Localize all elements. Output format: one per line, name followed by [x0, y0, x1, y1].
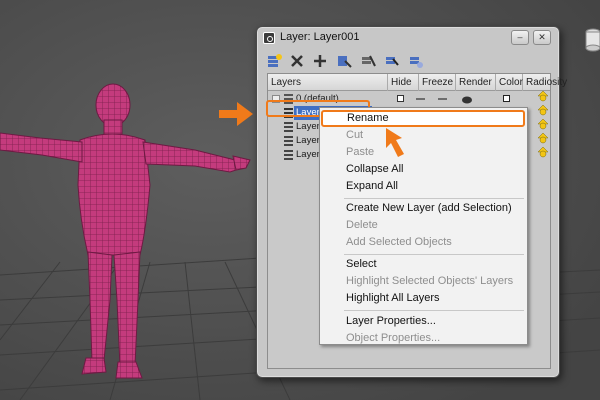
- menu-separator: [344, 254, 524, 255]
- layer-toolbar: [265, 52, 553, 72]
- close-button[interactable]: ✕: [533, 30, 551, 45]
- menu-item-collapse-all[interactable]: Collapse All: [320, 161, 527, 178]
- menu-item-expand-all[interactable]: Expand All: [320, 178, 527, 195]
- hide-all-icon[interactable]: [383, 52, 401, 70]
- render-teapot-icon[interactable]: [461, 95, 473, 104]
- column-radiosity[interactable]: Radiosity: [523, 74, 569, 91]
- menu-item-rename[interactable]: Rename: [321, 110, 525, 127]
- radiosity-bulb-icons[interactable]: [536, 90, 550, 166]
- column-layers[interactable]: Layers: [268, 74, 388, 91]
- hide-toggle[interactable]: [397, 95, 404, 102]
- menu-item-select[interactable]: Select: [320, 256, 527, 273]
- select-objects-icon[interactable]: [335, 52, 353, 70]
- layer-icon: [284, 150, 293, 160]
- column-render[interactable]: Render: [456, 74, 496, 91]
- menu-item-create-new-layer[interactable]: Create New Layer (add Selection): [320, 200, 527, 217]
- add-to-layer-icon[interactable]: [311, 52, 329, 70]
- color-swatch[interactable]: [503, 95, 510, 102]
- menu-item-delete[interactable]: Delete: [320, 217, 527, 234]
- minimize-button[interactable]: –: [511, 30, 529, 45]
- menu-separator: [344, 310, 524, 311]
- highlight-selected-icon[interactable]: [359, 52, 377, 70]
- menu-item-highlight-all-layers[interactable]: Highlight All Layers: [320, 290, 527, 307]
- menu-item-layer-properties[interactable]: Layer Properties...: [320, 313, 527, 330]
- freeze-toggle[interactable]: [438, 98, 447, 100]
- freeze-toggle[interactable]: [416, 98, 425, 100]
- menu-item-object-properties[interactable]: Object Properties...: [320, 330, 527, 347]
- viewcube-icon[interactable]: [583, 24, 600, 52]
- layer-icon: [284, 136, 293, 146]
- menu-item-cut[interactable]: Cut: [320, 127, 527, 144]
- menu-item-highlight-selected-layers[interactable]: Highlight Selected Objects' Layers: [320, 273, 527, 290]
- column-header: Layers Hide Freeze Render Color Radiosit…: [268, 74, 567, 91]
- pointer-arrow-up-icon: [386, 128, 404, 157]
- pointer-arrow-right-icon: [219, 102, 253, 126]
- column-color[interactable]: Color: [496, 74, 523, 91]
- column-hide[interactable]: Hide: [388, 74, 419, 91]
- delete-layer-icon[interactable]: [288, 52, 306, 70]
- menu-item-paste[interactable]: Paste: [320, 144, 527, 161]
- max-logo-icon: [263, 32, 275, 44]
- context-menu: Rename Cut Paste Collapse All Expand All…: [319, 107, 528, 345]
- column-freeze[interactable]: Freeze: [419, 74, 456, 91]
- menu-item-add-selected-objects[interactable]: Add Selected Objects: [320, 234, 527, 251]
- window-title: Layer: Layer001: [280, 31, 360, 43]
- title-bar[interactable]: Layer: Layer001 – ✕: [257, 27, 559, 49]
- layer-icon: [284, 122, 293, 132]
- freeze-all-icon[interactable]: [407, 52, 425, 70]
- create-layer-icon[interactable]: [265, 52, 283, 70]
- menu-separator: [344, 198, 524, 199]
